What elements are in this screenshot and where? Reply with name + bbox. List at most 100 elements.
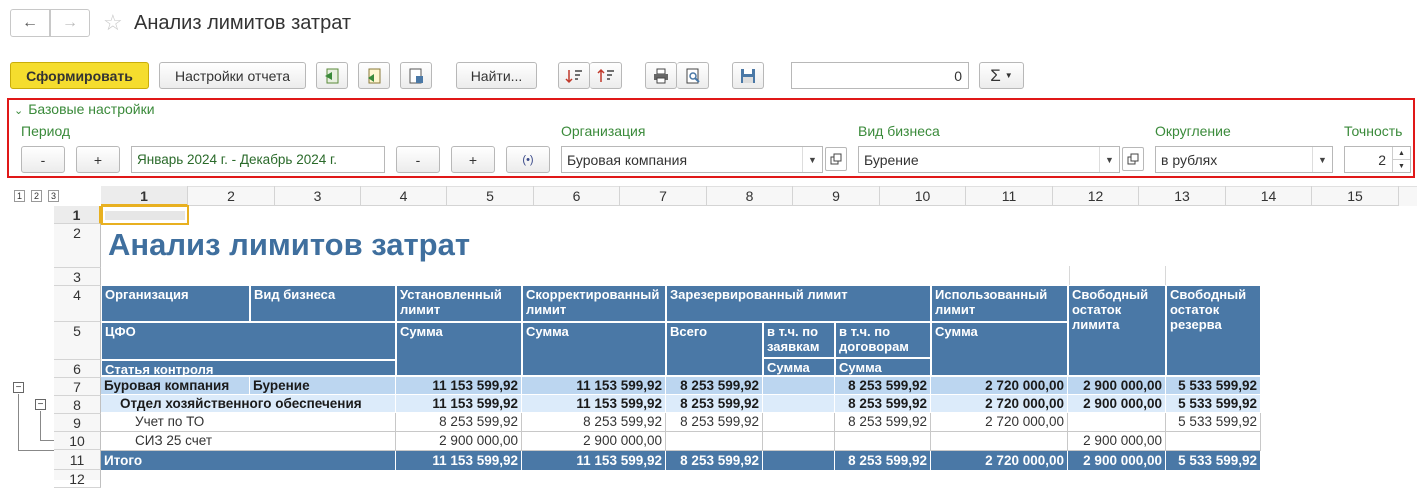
header-article: Статья контроля [101,360,396,376]
save-variant-button[interactable] [316,62,348,89]
cell-value: 11 153 599,92 [522,451,666,470]
selected-cell[interactable] [101,205,189,225]
forward-button[interactable]: → [50,9,90,37]
cell-article-name: СИЗ 25 счет [101,432,396,451]
dropdown-arrow-icon[interactable]: ▼ [1099,147,1119,172]
header-used: Использованный лимит [931,285,1068,322]
sigma-icon: Σ [990,65,1001,85]
sort-desc-button[interactable] [558,62,590,89]
cell-value: 5 533 599,92 [1166,395,1261,413]
cell-value: 11 153 599,92 [522,395,666,413]
precision-label: Точность [1344,123,1403,139]
cell-value [763,413,835,432]
cell-value [763,377,835,395]
header-sum: Сумма [763,358,835,376]
group-level-3-button[interactable]: 3 [48,190,59,202]
cell-article-name: Учет по ТО [101,413,396,432]
cell-value: 8 253 599,92 [666,377,763,395]
generate-button[interactable]: Сформировать [10,62,149,89]
cell-value: 8 253 599,92 [835,451,931,470]
column-header[interactable]: 6 [534,186,620,206]
row-header[interactable]: 6 [54,360,101,378]
period-end-plus-button[interactable]: + [451,146,495,173]
row-header[interactable]: 12 [54,470,101,488]
column-header[interactable]: 13 [1139,186,1226,206]
column-header[interactable]: 15 [1312,186,1399,206]
column-header[interactable]: 14 [1226,186,1312,206]
column-header[interactable]: 7 [620,186,707,206]
favorite-star-icon[interactable]: ☆ [103,9,123,37]
spin-down-icon[interactable]: ▼ [1392,160,1410,172]
group-line [18,394,19,450]
cell-value: 2 720 000,00 [931,377,1068,395]
cell-value [1166,432,1261,451]
cell-value [763,432,835,451]
period-minus-button[interactable]: - [21,146,65,173]
biz-value: Бурение [864,151,919,168]
column-header[interactable]: 11 [966,186,1053,206]
column-header[interactable]: 1 [101,186,188,206]
cell-value: 8 253 599,92 [835,395,931,413]
org-field[interactable]: Буровая компания ▼ [561,146,823,173]
group-level-1-button[interactable]: 1 [14,190,25,202]
cell-value: 2 900 000,00 [522,432,666,451]
org-open-button[interactable] [825,147,847,171]
column-header[interactable]: 10 [880,186,966,206]
cell-total-label: Итого [101,451,396,470]
row-header[interactable]: 11 [54,450,101,470]
sort-asc-button[interactable] [590,62,622,89]
cell-value [763,395,835,413]
cell-value [666,432,763,451]
print-button[interactable] [645,62,677,89]
column-header[interactable]: 9 [793,186,880,206]
header-adj-limit: Скорректированный лимит [522,285,666,322]
period-label: Период [21,123,71,139]
row-header[interactable]: 7 [54,378,101,396]
column-header[interactable]: 2 [188,186,275,206]
save-button[interactable] [732,62,764,89]
dropdown-arrow-icon[interactable]: ▼ [802,147,822,172]
dropdown-arrow-icon[interactable]: ▼ [1312,147,1332,172]
column-header[interactable]: 4 [361,186,447,206]
cell-value [931,432,1068,451]
variant-settings-button[interactable] [400,62,432,89]
column-header[interactable]: 8 [707,186,793,206]
row-header[interactable]: 1 [54,206,101,224]
row-header[interactable]: 9 [54,414,101,432]
period-end-minus-button[interactable]: - [396,146,440,173]
find-button[interactable]: Найти... [456,62,537,89]
report-settings-button[interactable]: Настройки отчета [159,62,306,89]
rounding-field[interactable]: в рублях ▼ [1155,146,1333,173]
biz-open-button[interactable] [1122,147,1144,171]
cell-value: 5 533 599,92 [1166,413,1261,432]
cell-value [835,432,931,451]
row-header[interactable]: 10 [54,432,101,450]
row-header[interactable]: 2 [54,224,101,268]
row-header[interactable]: 8 [54,396,101,414]
cell-value: 2 900 000,00 [1068,432,1166,451]
open-window-icon [830,153,842,165]
sum-menu-button[interactable]: Σ ▼ [979,62,1024,89]
row-header[interactable]: 4 [54,286,101,322]
collapse-group-icon[interactable]: − [35,399,46,410]
back-button[interactable]: ← [10,9,50,37]
header-total: Всего [666,322,763,376]
precision-field[interactable]: 2 ▲ ▼ [1344,146,1411,173]
column-header[interactable]: 5 [447,186,534,206]
collapse-group-icon[interactable]: − [13,382,24,393]
period-plus-button[interactable]: + [76,146,120,173]
cell-value: 2 900 000,00 [1068,377,1166,395]
row-header[interactable]: 5 [54,322,101,360]
basic-settings-header[interactable]: ⌄ Базовые настройки [14,100,155,120]
period-select-button[interactable]: (•) [506,146,550,173]
print-preview-button[interactable] [677,62,709,89]
column-header[interactable]: 3 [275,186,361,206]
load-variant-button[interactable] [358,62,390,89]
row-header[interactable]: 3 [54,268,101,286]
cell-value: 8 253 599,92 [835,413,931,432]
column-header[interactable]: 12 [1053,186,1139,206]
period-field[interactable]: Январь 2024 г. - Декабрь 2024 г. [131,146,385,173]
group-level-2-button[interactable]: 2 [31,190,42,202]
biz-field[interactable]: Бурение ▼ [858,146,1120,173]
spin-up-icon[interactable]: ▲ [1392,147,1410,160]
